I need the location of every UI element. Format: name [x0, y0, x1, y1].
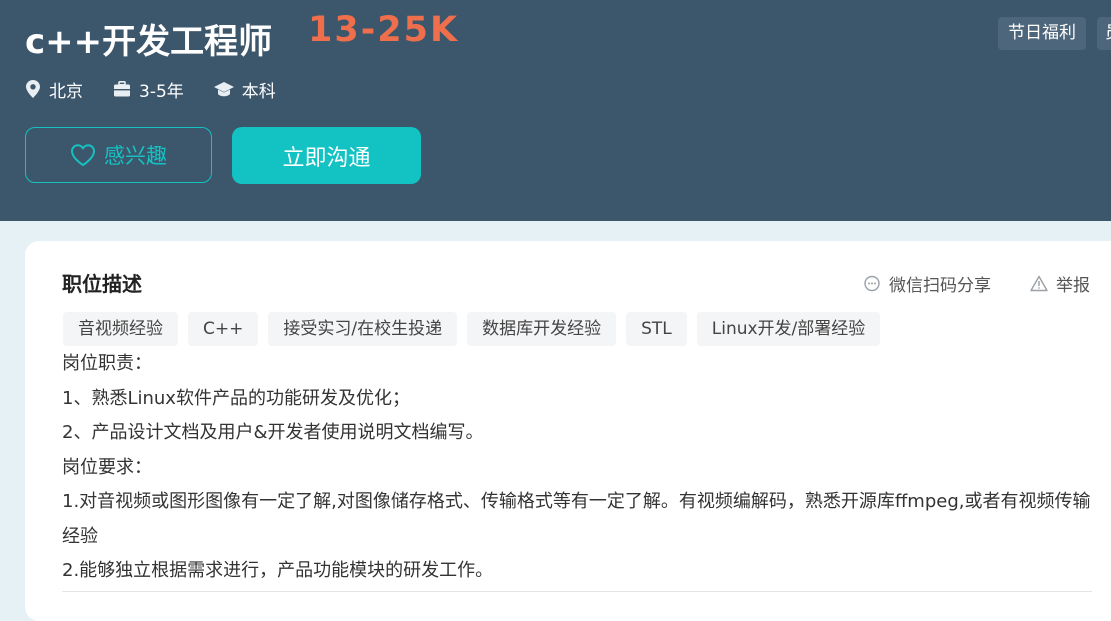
job-description-text: 岗位职责： 1、熟悉Linux软件产品的功能研发及优化； 2、产品设计文档及用户… — [62, 347, 1102, 589]
salary: 13-25K — [308, 10, 460, 50]
job-title: c++开发工程师 — [25, 22, 273, 62]
location-text: 北京 — [49, 81, 83, 102]
job-description-card: 职位描述 微信扫码分享 举报 音视频经验 C++ 接受实习/在校生投递 数据库开… — [25, 241, 1111, 621]
briefcase-icon — [114, 81, 130, 97]
share-label: 微信扫码分享 — [889, 276, 991, 296]
wechat-share-link[interactable]: 微信扫码分享 — [863, 271, 991, 296]
desc-line: 岗位要求： — [62, 456, 152, 478]
skill-tag: 音视频经验 — [63, 312, 178, 346]
desc-line: 1.对音视频或图形图像有一定了解,对图像储存格式、传输格式等有一定了解。有视频编… — [62, 491, 1091, 547]
chat-bubble-icon — [864, 275, 880, 291]
divider — [62, 591, 1092, 592]
heart-icon — [70, 144, 96, 167]
skill-tag: STL — [626, 312, 687, 346]
job-meta: 北京 3-5年 本科 — [25, 76, 306, 102]
warning-icon — [1030, 275, 1048, 292]
report-link[interactable]: 举报 — [1030, 271, 1090, 296]
interest-button-label: 感兴趣 — [104, 144, 167, 168]
skill-tag: Linux开发/部署经验 — [696, 312, 881, 346]
meta-experience: 3-5年 — [113, 77, 184, 102]
report-label: 举报 — [1056, 276, 1090, 296]
meta-education: 本科 — [213, 77, 276, 102]
desc-line: 2.能够独立根据需求进行，产品功能模块的研发工作。 — [62, 560, 494, 581]
interest-button[interactable]: 感兴趣 — [25, 127, 212, 183]
skill-tag: 接受实习/在校生投递 — [268, 312, 458, 346]
skill-tags: 音视频经验 C++ 接受实习/在校生投递 数据库开发经验 STL Linux开发… — [63, 312, 881, 346]
location-pin-icon — [26, 80, 40, 98]
benefit-tag: 员工旅游 — [1097, 17, 1111, 50]
skill-tag: C++ — [188, 312, 259, 346]
education-text: 本科 — [241, 81, 276, 102]
graduation-cap-icon — [213, 82, 234, 97]
experience-text: 3-5年 — [139, 81, 184, 102]
section-title: 职位描述 — [62, 272, 142, 296]
skill-tag: 数据库开发经验 — [467, 312, 617, 346]
benefit-tag: 节日福利 — [998, 17, 1086, 50]
desc-line: 岗位职责： — [62, 353, 152, 374]
chat-now-label: 立即沟通 — [282, 145, 371, 171]
desc-line: 1、熟悉Linux软件产品的功能研发及优化； — [62, 387, 410, 409]
job-header: c++开发工程师 13-25K 节日福利 员工旅游 北京 3-5年 本科 — [0, 0, 1111, 221]
meta-location: 北京 — [25, 77, 83, 102]
desc-line: 2、产品设计文档及用户&开发者使用说明文档编写。 — [62, 422, 484, 443]
chat-now-button[interactable]: 立即沟通 — [232, 127, 421, 184]
